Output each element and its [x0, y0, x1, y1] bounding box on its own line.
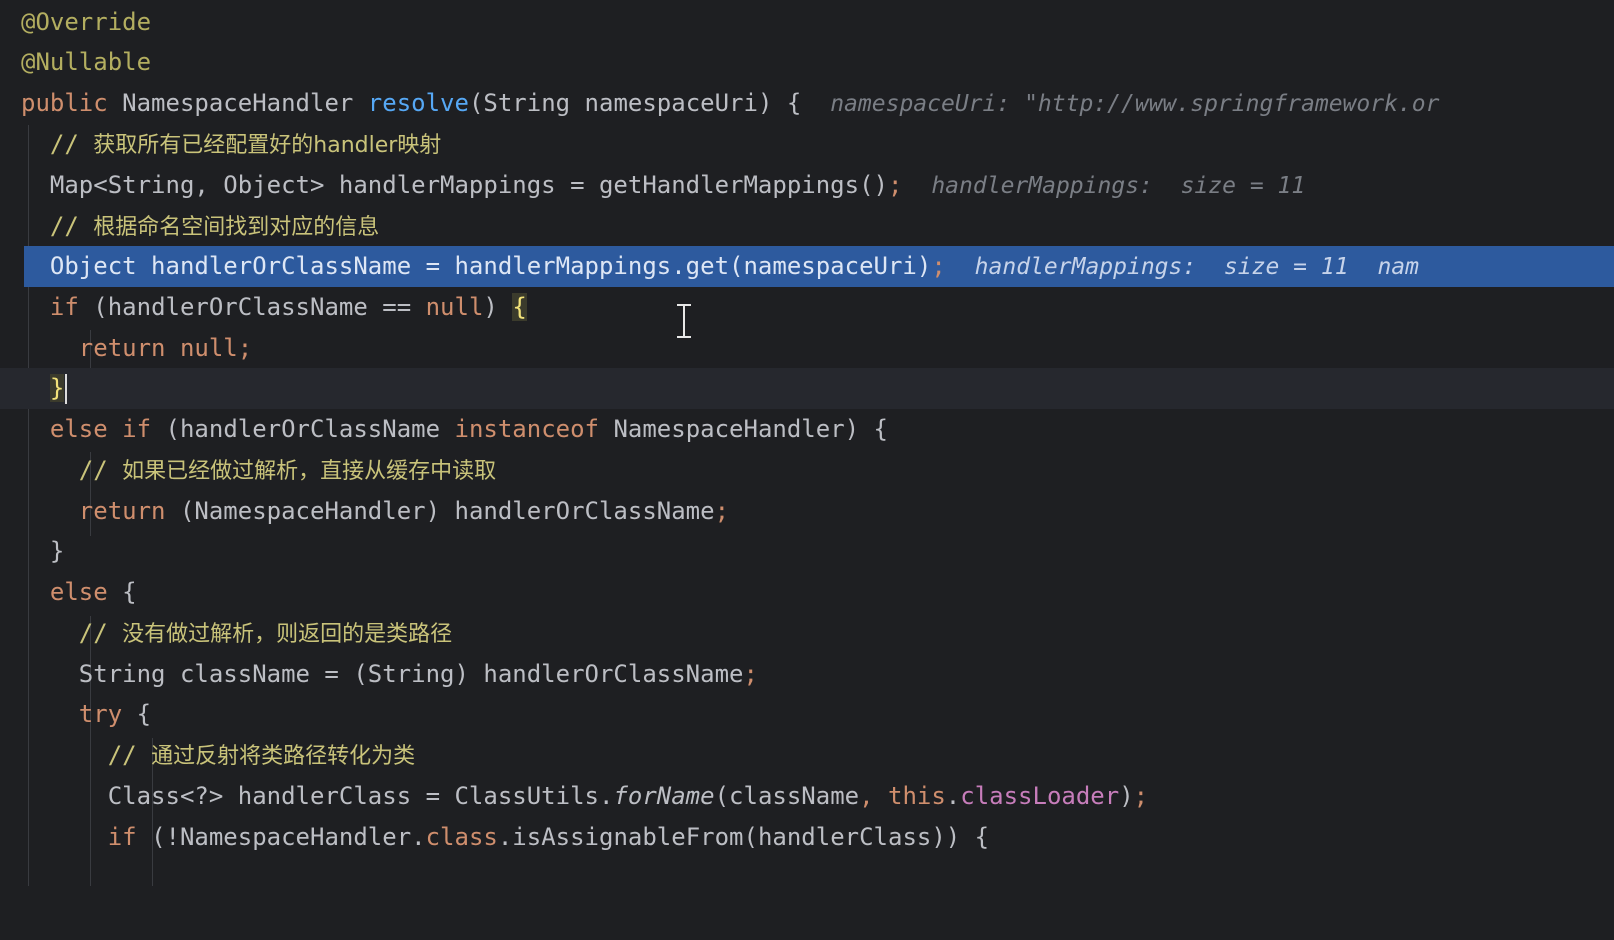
keyword: return — [78, 497, 166, 525]
inline-debug-hint: handlerMappings: size = 11 — [931, 173, 1306, 199]
type-name: NamespaceHandler — [122, 89, 354, 117]
code-line[interactable]: Map<String, Object> handlerMappings = ge… — [0, 165, 1614, 206]
params: (String namespaceUri) { — [468, 89, 802, 117]
keyword: return — [78, 334, 166, 362]
keyword: this — [888, 782, 946, 810]
brace: { — [122, 578, 137, 606]
code-line[interactable]: public NamespaceHandler resolve(String n… — [0, 83, 1614, 124]
code-editor[interactable]: @Override @Nullable public NamespaceHand… — [0, 0, 1614, 886]
semicolon: ; — [237, 334, 253, 362]
code-line[interactable]: Class<?> handlerClass = ClassUtils.forNa… — [0, 776, 1614, 817]
keyword: null — [179, 334, 238, 362]
statement: Object handlerOrClassName = handlerMappi… — [49, 252, 932, 280]
method-name: resolve — [367, 89, 469, 117]
code-line[interactable]: @Override — [0, 2, 1614, 43]
code-line[interactable]: String className = (String) handlerOrCla… — [0, 654, 1614, 695]
code-line[interactable]: if (handlerOrClassName == null) { — [0, 287, 1614, 328]
comment-slashes: // — [78, 619, 108, 647]
semicolon: ; — [743, 660, 758, 688]
inline-debug-hint: handlerMappings: size = 11 — [974, 254, 1349, 280]
brace: { — [136, 700, 152, 728]
keyword: if — [49, 293, 79, 321]
statement: Class<?> handlerClass = ClassUtils. — [107, 782, 614, 810]
code-line[interactable]: else { — [0, 572, 1614, 613]
comment: 没有做过解析，则返回的是类路径 — [122, 622, 453, 647]
ibeam-cursor-icon — [674, 304, 694, 338]
comment-slashes: // — [49, 130, 79, 158]
comma: , — [859, 782, 874, 810]
keyword: null — [425, 293, 484, 321]
code-line[interactable]: return (NamespaceHandler) handlerOrClass… — [0, 491, 1614, 532]
keyword: public — [21, 89, 108, 117]
code-line[interactable]: // 没有做过解析，则返回的是类路径 — [0, 613, 1614, 654]
comment: 如果已经做过解析，直接从缓存中读取 — [122, 459, 497, 484]
execution-point-line[interactable]: Object handlerOrClassName = handlerMappi… — [0, 246, 1614, 287]
comment: 根据命名空间找到对应的信息 — [93, 215, 380, 240]
matched-brace: } — [49, 374, 65, 402]
caret-line[interactable]: } — [0, 368, 1614, 409]
keyword: if — [107, 823, 137, 851]
keyword: instanceof — [454, 415, 600, 443]
method-call: .isAssignableFrom(handlerClass)) { — [497, 823, 990, 851]
code-line[interactable]: } — [0, 531, 1614, 572]
annotation: @Nullable — [21, 48, 152, 76]
code-line[interactable]: // 获取所有已经配置好的handler映射 — [0, 124, 1614, 165]
statement: Map<String, Object> handlerMappings = ge… — [49, 171, 888, 199]
code-line[interactable]: // 通过反射将类路径转化为类 — [0, 735, 1614, 776]
comment: 获取所有已经配置好的handler映射 — [93, 133, 442, 158]
code-line[interactable]: @Nullable — [0, 42, 1614, 83]
annotation: @Override — [21, 8, 152, 36]
statement: String className = (String) handlerOrCla… — [78, 660, 744, 688]
comment-slashes: // — [49, 212, 79, 240]
semicolon: ; — [931, 252, 946, 280]
matched-brace: { — [512, 293, 527, 321]
keyword: if — [122, 415, 152, 443]
semicolon: ; — [887, 171, 903, 199]
condition: (handlerOrClassName == — [93, 293, 426, 321]
code-line[interactable]: return null; — [0, 328, 1614, 369]
paren: ) — [483, 293, 513, 321]
comment: 通过反射将类路径转化为类 — [151, 744, 416, 769]
code-line[interactable]: // 根据命名空间找到对应的信息 — [0, 206, 1614, 247]
keyword: try — [78, 700, 123, 728]
field-name: classLoader — [960, 782, 1120, 810]
semicolon: ; — [1133, 782, 1149, 810]
expression: (NamespaceHandler) handlerOrClassName — [179, 497, 715, 525]
semicolon: ; — [714, 497, 730, 525]
dot: . — [945, 782, 961, 810]
inline-debug-hint: nam — [1377, 254, 1419, 280]
paren: ) — [1119, 782, 1134, 810]
argument: (className — [714, 782, 860, 810]
type-check: NamespaceHandler) { — [613, 415, 888, 443]
text-cursor — [65, 374, 68, 404]
code-line[interactable]: if (!NamespaceHandler.class.isAssignable… — [0, 817, 1614, 858]
code-line[interactable]: else if (handlerOrClassName instanceof N… — [0, 409, 1614, 450]
static-method-call: forName — [613, 782, 715, 810]
condition: (handlerOrClassName — [165, 415, 455, 443]
inline-debug-hint: namespaceUri: "http://www.springframewor… — [830, 91, 1440, 117]
keyword: else — [49, 415, 108, 443]
condition: (!NamespaceHandler. — [151, 823, 426, 851]
brace: } — [49, 537, 65, 565]
comment-slashes: // — [107, 741, 137, 769]
code-line[interactable]: // 如果已经做过解析，直接从缓存中读取 — [0, 450, 1614, 491]
comment-slashes: // — [78, 456, 108, 484]
keyword: class — [425, 823, 498, 851]
keyword: else — [49, 578, 108, 606]
code-line[interactable]: try { — [0, 694, 1614, 735]
